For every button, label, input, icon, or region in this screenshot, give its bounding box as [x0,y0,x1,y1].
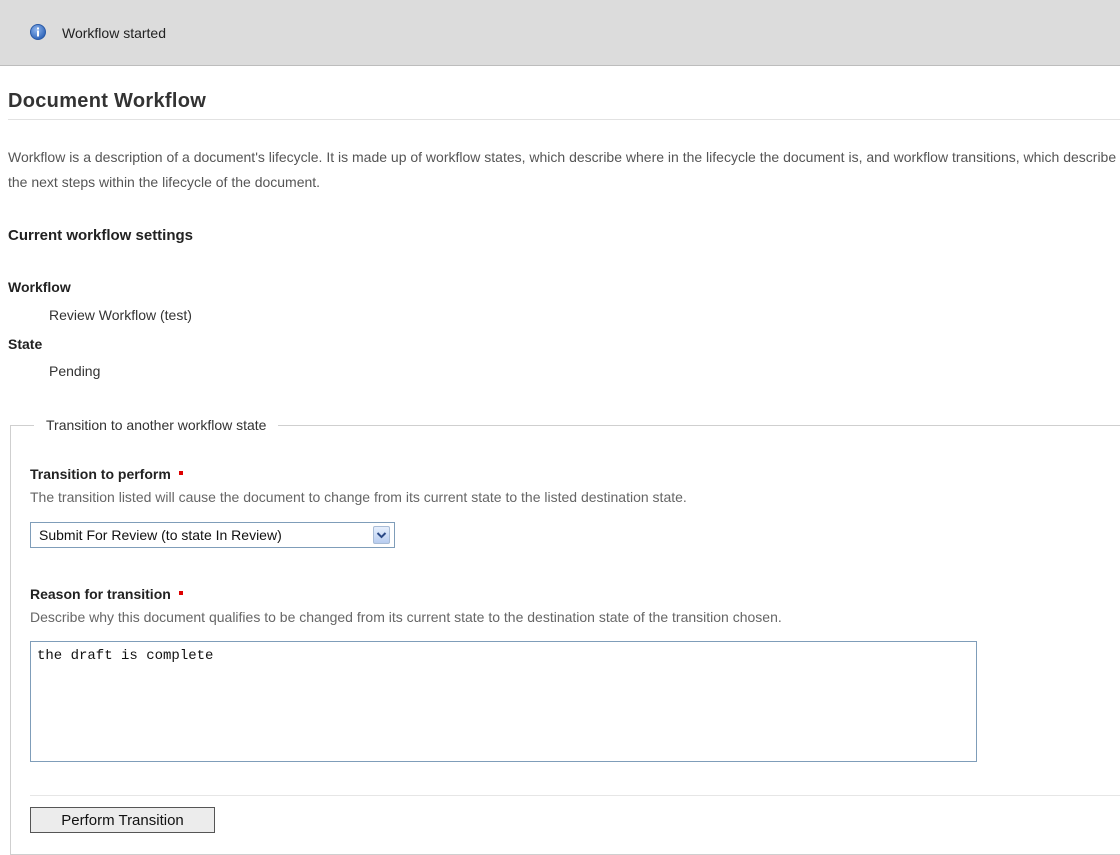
reason-field-label-text: Reason for transition [30,586,171,602]
required-marker [178,591,183,596]
reason-textarea[interactable]: the draft is complete [30,641,977,762]
current-settings-heading: Current workflow settings [8,227,194,244]
workflow-label: Workflow [8,279,71,295]
transition-field-help: The transition listed will cause the doc… [30,489,687,505]
transition-field-label: Transition to perform [30,466,183,482]
transition-select[interactable]: Submit For Review (to state In Review) [30,522,395,548]
perform-transition-button[interactable]: Perform Transition [30,807,215,833]
form-divider [30,795,1120,796]
status-message-bar: Workflow started [0,0,1120,66]
transition-field-label-text: Transition to perform [30,466,171,482]
transition-select-value: Submit For Review (to state In Review) [39,527,282,543]
page-title: Document Workflow [8,90,207,112]
transition-fieldset-legend: Transition to another workflow state [34,415,279,435]
page-description: Workflow is a description of a document'… [8,149,1117,190]
workflow-value: Review Workflow (test) [49,307,192,323]
chevron-down-icon[interactable] [373,526,390,544]
required-marker [178,471,183,476]
state-label: State [8,336,43,352]
title-divider [8,119,1120,120]
reason-field-label: Reason for transition [30,586,183,602]
reason-field-help: Describe why this document qualifies to … [30,609,782,625]
info-icon [30,24,46,40]
state-value: Pending [49,363,101,379]
status-message-text: Workflow started [62,25,166,41]
